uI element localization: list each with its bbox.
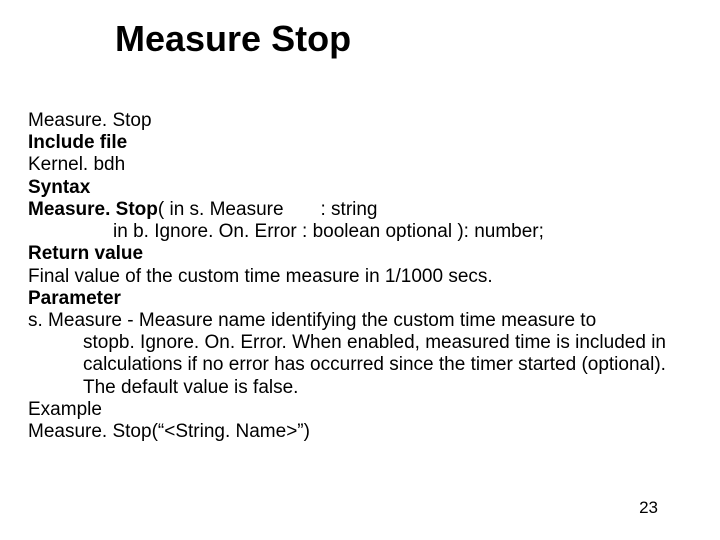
slide-body: Measure. Stop Include file Kernel. bdh S… (28, 110, 692, 443)
slide-title: Measure Stop (115, 18, 351, 60)
page-number: 23 (639, 498, 658, 518)
syntax-fn-name: Measure. Stop (28, 199, 158, 220)
syntax-arg1: ( in s. Measure (158, 199, 284, 220)
line-fn-name: Measure. Stop (28, 110, 692, 132)
line-parameter-2: stopb. Ignore. On. Error. When enabled, … (28, 332, 692, 354)
line-include-file-value: Kernel. bdh (28, 154, 692, 176)
line-return-value: Final value of the custom time measure i… (28, 266, 692, 288)
line-parameter-3: calculations if no error has occurred si… (28, 354, 692, 376)
line-parameter-heading: Parameter (28, 288, 692, 310)
line-syntax-1: Measure. Stop( in s. Measure : string (28, 199, 692, 221)
syntax-type1: : string (320, 199, 377, 220)
line-example-code: Measure. Stop(“<String. Name>”) (28, 421, 692, 443)
line-parameter-1: s. Measure - Measure name identifying th… (28, 310, 692, 332)
line-example-heading: Example (28, 399, 692, 421)
slide: Measure Stop Measure. Stop Include file … (0, 0, 720, 540)
line-syntax-2: in b. Ignore. On. Error : boolean option… (28, 221, 692, 243)
line-parameter-4: The default value is false. (28, 377, 692, 399)
line-include-file-heading: Include file (28, 132, 692, 154)
line-return-heading: Return value (28, 243, 692, 265)
line-syntax-heading: Syntax (28, 177, 692, 199)
